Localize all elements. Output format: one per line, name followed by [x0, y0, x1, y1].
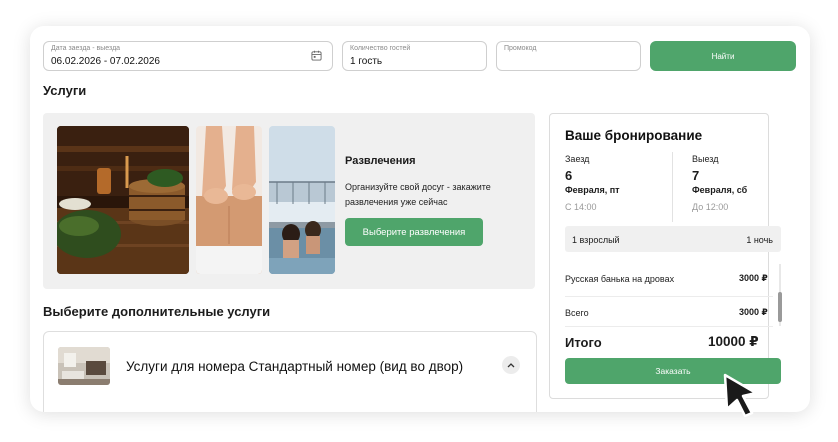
entertainment-promo: Развлечения Организуйте свой досуг - зак… — [43, 113, 535, 289]
service-line-name: Русская банька на дровах — [565, 274, 675, 284]
room-thumbnail — [58, 347, 110, 385]
service-line-price: 3000 ₽ — [739, 273, 768, 283]
promo-code-label: Промокод — [504, 45, 537, 52]
guests-value: 1 гость — [350, 56, 383, 67]
checkout-label: Выезд — [692, 154, 719, 164]
summary-scrollbar-thumb[interactable] — [778, 292, 782, 322]
checkout-day: 7 — [692, 168, 700, 183]
checkin-column: Заезд 6 Февраля, пт С 14:00 — [565, 154, 620, 212]
checkin-day: 6 — [565, 168, 573, 183]
extra-services-heading: Выберите дополнительные услуги — [43, 304, 271, 319]
dates-value: 06.02.2026 - 07.02.2026 — [51, 56, 160, 67]
dates-divider — [672, 152, 673, 222]
massage-photo — [196, 126, 262, 274]
sauna-photo — [57, 126, 189, 274]
hot-tub-photo — [269, 126, 335, 274]
booking-widget: Дата заезда - выезда 06.02.2026 - 07.02.… — [30, 26, 810, 412]
dates-field[interactable]: Дата заезда - выезда 06.02.2026 - 07.02.… — [43, 41, 333, 71]
total-price: 10000 ₽ — [708, 334, 759, 349]
promo-title: Развлечения — [345, 155, 416, 167]
summary-divider — [565, 296, 773, 297]
room-services-title: Услуги для номера Стандартный номер (вид… — [126, 359, 464, 374]
checkout-column: Выезд 7 Февраля, сб До 12:00 — [692, 154, 747, 212]
promo-code-field[interactable]: Промокод — [496, 41, 641, 71]
guests-label: Количество гостей — [350, 45, 411, 52]
choose-entertainment-button[interactable]: Выберите развлечения — [345, 218, 483, 246]
subtotal-price: 3000 ₽ — [739, 307, 768, 317]
promo-description: Организуйте свой досуг - закажите развле… — [345, 182, 491, 207]
checkout-month: Февраля, сб — [692, 185, 748, 195]
services-heading: Услуги — [43, 83, 87, 98]
chevron-up-icon — [507, 363, 515, 368]
room-services-card[interactable]: Услуги для номера Стандартный номер (вид… — [43, 331, 537, 412]
guests-field[interactable]: Количество гостей 1 гость — [342, 41, 487, 71]
booking-summary: Ваше бронирование Заезд 6 Февраля, пт С … — [549, 113, 782, 399]
expand-room-services-button[interactable] — [502, 356, 520, 374]
checkin-month: Февраля, пт — [565, 185, 620, 195]
guests-nights-bar: 1 взрослый 1 ночь — [565, 226, 781, 252]
calendar-icon[interactable] — [311, 50, 322, 61]
booking-title: Ваше бронирование — [565, 128, 703, 143]
mouse-cursor-icon — [723, 373, 758, 418]
adults-count: 1 взрослый — [572, 235, 620, 245]
dates-label: Дата заезда - выезда — [51, 45, 121, 52]
summary-divider-2 — [565, 326, 773, 327]
checkout-time: До 12:00 — [692, 202, 729, 212]
total-label: Итого — [565, 335, 602, 350]
checkin-time: С 14:00 — [565, 202, 597, 212]
find-button[interactable]: Найти — [650, 41, 796, 71]
subtotal-label: Всего — [565, 308, 589, 318]
checkin-label: Заезд — [565, 154, 590, 164]
nights-count: 1 ночь — [746, 235, 773, 245]
